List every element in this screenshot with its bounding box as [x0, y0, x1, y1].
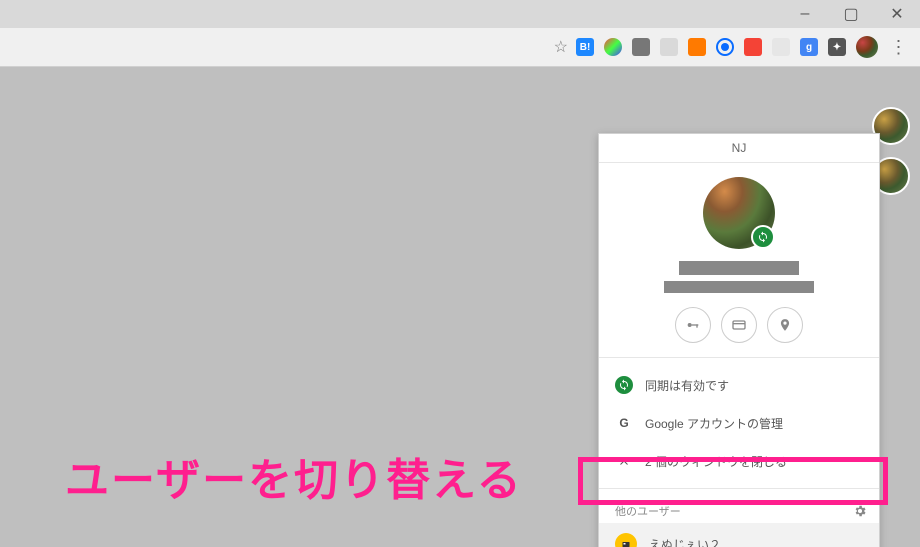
separator — [599, 488, 879, 489]
separator — [599, 357, 879, 358]
window-close-button[interactable]: ✕ — [874, 0, 920, 28]
settings-gear-icon[interactable] — [853, 504, 867, 518]
profile-menu-list: 同期は有効です G Google アカウントの管理 2 個のウィンドウを閉じる — [599, 362, 879, 484]
profile-avatar-large — [703, 177, 775, 249]
sync-status-label: 同期は有効です — [645, 377, 729, 394]
extension-7-icon[interactable] — [744, 38, 762, 56]
close-windows-label: 2 個のウィンドウを閉じる — [645, 453, 787, 470]
sync-badge-icon — [751, 225, 775, 249]
bookmark-star-icon[interactable]: ☆ — [554, 37, 568, 57]
chrome-menu-button[interactable]: ⋮ — [884, 37, 912, 58]
profile-dropdown: NJ — [598, 133, 880, 547]
payments-button[interactable] — [721, 307, 757, 343]
user2-label: えぬじぇい２ — [649, 536, 721, 547]
extension-colorwheel-icon[interactable] — [604, 38, 622, 56]
addresses-button[interactable] — [767, 307, 803, 343]
profile-quick-buttons — [675, 307, 803, 343]
extension-google-icon[interactable]: g — [800, 38, 818, 56]
extension-icons: B! g ✦ — [576, 36, 878, 58]
profile-dropdown-header: NJ — [599, 134, 879, 163]
profile-avatar-button[interactable] — [856, 36, 878, 58]
other-users-section-header: 他のユーザー — [599, 493, 879, 523]
extension-hatena-icon[interactable]: B! — [576, 38, 594, 56]
profile-section — [599, 163, 879, 353]
window-maximize-button[interactable]: ▢ — [828, 0, 874, 28]
extension-4-icon[interactable] — [660, 38, 678, 56]
extension-5-icon[interactable] — [688, 38, 706, 56]
annotation-switch-user-text: ユーザーを切り替える — [65, 444, 523, 508]
profile-name-redacted — [679, 261, 799, 275]
window-minimize-button[interactable]: – — [782, 0, 828, 28]
user-profile-item-2[interactable]: えぬじぇい２ — [599, 523, 879, 547]
profile-email-redacted — [664, 281, 814, 293]
extensions-puzzle-icon[interactable]: ✦ — [828, 38, 846, 56]
manage-google-account-item[interactable]: G Google アカウントの管理 — [599, 404, 879, 442]
google-g-icon: G — [615, 414, 633, 432]
close-x-icon — [615, 452, 633, 470]
manage-google-account-label: Google アカウントの管理 — [645, 415, 783, 432]
extension-8-icon[interactable] — [772, 38, 790, 56]
user2-avatar-icon — [615, 533, 637, 547]
window-controls: – ▢ ✕ — [782, 0, 920, 28]
close-windows-item[interactable]: 2 個のウィンドウを閉じる — [599, 442, 879, 480]
sync-status-item[interactable]: 同期は有効です — [599, 366, 879, 404]
extension-6-icon[interactable] — [716, 38, 734, 56]
extension-3-icon[interactable] — [632, 38, 650, 56]
sync-icon — [615, 376, 633, 394]
passwords-button[interactable] — [675, 307, 711, 343]
other-users-label: 他のユーザー — [615, 503, 681, 519]
page-content: ユーザーを切り替える NJ — [0, 67, 920, 547]
browser-toolbar: ☆ B! g ✦ ⋮ — [0, 28, 920, 67]
